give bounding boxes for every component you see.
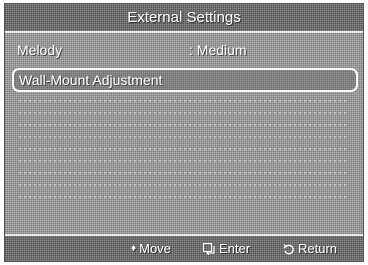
menu-item-melody[interactable]: Melody : Medium: [13, 38, 353, 62]
description-line: [19, 160, 349, 162]
description-area: [19, 100, 349, 212]
enter-label: Enter: [219, 241, 251, 256]
menu-item-wall-mount-adjustment[interactable]: Wall-Mount Adjustment: [12, 68, 358, 92]
move-label: Move: [139, 241, 171, 256]
description-line: [19, 100, 349, 102]
description-line: [19, 196, 349, 198]
description-line: [19, 124, 349, 126]
return-label: Return: [298, 241, 338, 256]
description-line: [19, 172, 349, 174]
up-down-icon: ♦: [131, 242, 137, 254]
wall-mount-label: Wall-Mount Adjustment: [19, 72, 163, 88]
description-line: [19, 148, 349, 150]
return-hint: Return: [283, 241, 337, 256]
footer-bar: ♦ Move Enter Return: [5, 234, 363, 261]
melody-label: Melody: [17, 42, 63, 58]
description-line: [19, 112, 349, 114]
description-line: [19, 136, 349, 138]
return-icon: [283, 243, 295, 255]
enter-hint: Enter: [203, 241, 250, 256]
move-hint: ♦ Move: [131, 241, 171, 256]
page-title: External Settings: [127, 9, 241, 26]
osd-screen: External Settings Melody : Medium Wall-M…: [4, 3, 364, 262]
title-bar: External Settings: [5, 4, 363, 33]
description-line: [19, 184, 349, 186]
enter-icon: [203, 242, 216, 255]
melody-value: : Medium: [189, 42, 247, 58]
